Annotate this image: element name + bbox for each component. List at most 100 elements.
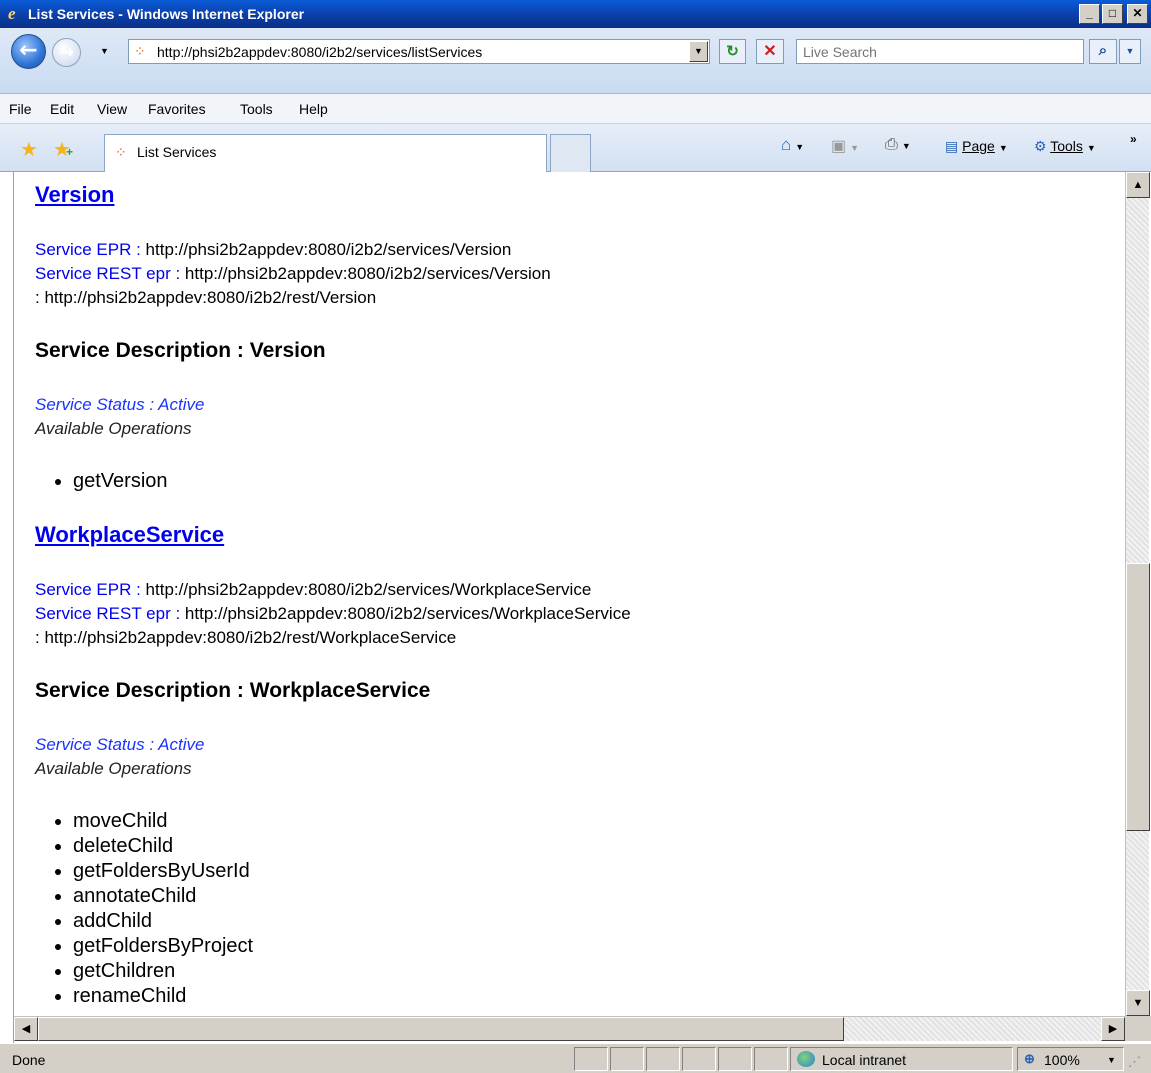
service-title-link[interactable]: Version: [35, 182, 114, 208]
tab-list-services[interactable]: ⁘ List Services: [104, 134, 547, 172]
home-icon[interactable]: ⌂ ▼: [781, 135, 804, 155]
operation-item: getFoldersByUserId: [73, 859, 253, 884]
scrollbar-corner: [1125, 1016, 1151, 1041]
vertical-scroll-thumb[interactable]: [1126, 563, 1150, 831]
horizontal-scroll-thumb[interactable]: [38, 1017, 844, 1041]
stop-icon: ✕: [763, 43, 777, 60]
available-operations-label: Available Operations: [35, 419, 192, 438]
status-pane: [610, 1047, 644, 1071]
stop-button[interactable]: ✕: [756, 39, 784, 64]
service-status: Service Status : Active: [35, 395, 205, 414]
page-icon: ▤: [945, 138, 959, 154]
url-text[interactable]: http://phsi2b2appdev:8080/i2b2/services/…: [157, 44, 482, 60]
operation-item: getFoldersByProject: [73, 934, 253, 959]
service-epr-line: Service EPR : http://phsi2b2appdev:8080/…: [35, 580, 591, 600]
search-input[interactable]: [796, 39, 1084, 64]
status-pane: [646, 1047, 680, 1071]
maximize-button[interactable]: □: [1102, 4, 1123, 24]
page-favicon-icon: ⁘: [134, 43, 146, 59]
service-rest-epr-continuation: : http://phsi2b2appdev:8080/i2b2/rest/Wo…: [35, 628, 457, 647]
address-field[interactable]: ⁘ http://phsi2b2appdev:8080/i2b2/service…: [128, 39, 710, 64]
service-rest-epr-value: http://phsi2b2appdev:8080/i2b2/services/…: [184, 264, 551, 283]
security-zone-label: Local intranet: [822, 1052, 907, 1068]
page-menu-button[interactable]: ▤ Page ▼: [945, 138, 1008, 155]
service-rest-epr-label: Service REST epr :: [35, 264, 181, 283]
feeds-icon[interactable]: ▣ ▼: [831, 136, 859, 156]
resize-grip-icon[interactable]: ⋰: [1128, 1054, 1141, 1070]
operation-item: getVersion: [73, 469, 168, 494]
service-rest-epr-value: http://phsi2b2appdev:8080/i2b2/services/…: [184, 604, 631, 623]
title-bar: e List Services - Windows Internet Explo…: [0, 0, 1151, 28]
operation-item: getChildren: [73, 959, 253, 984]
service-epr-label: Service EPR :: [35, 580, 141, 599]
service-rest-epr-label: Service REST epr :: [35, 604, 181, 623]
operation-item: moveChild: [73, 809, 253, 834]
service-epr-label: Service EPR :: [35, 240, 141, 259]
operation-item: renameChild: [73, 984, 253, 1009]
scroll-down-arrow-icon[interactable]: ▼: [1126, 990, 1150, 1016]
new-tab-button[interactable]: [550, 134, 591, 172]
back-button[interactable]: ←: [11, 34, 46, 69]
address-toolbar: ← → ▼ ⁘ http://phsi2b2appdev:8080/i2b2/s…: [0, 28, 1151, 94]
service-epr-line: Service EPR : http://phsi2b2appdev:8080/…: [35, 240, 511, 260]
service-description-heading: Service Description : WorkplaceService: [35, 679, 431, 702]
scroll-up-arrow-icon[interactable]: ▲: [1126, 172, 1150, 198]
status-bar: Done Local intranet ⊕ 100% ▼ ⋰: [0, 1043, 1151, 1073]
close-button[interactable]: ✕: [1127, 4, 1148, 24]
tools-menu-button[interactable]: ⚙ Tools ▼: [1034, 138, 1096, 155]
service-description-heading: Service Description : Version: [35, 339, 326, 362]
search-icon: ⌕: [1098, 42, 1108, 59]
service-epr-value: http://phsi2b2appdev:8080/i2b2/services/…: [145, 240, 512, 259]
horizontal-scrollbar[interactable]: ◀ ▶: [14, 1016, 1125, 1041]
zoom-dropdown-icon[interactable]: ▼: [1107, 1055, 1116, 1065]
favorites-center-icon[interactable]: ★: [20, 137, 38, 162]
more-commands-icon[interactable]: »: [1130, 132, 1137, 146]
menu-help[interactable]: Help: [299, 101, 328, 117]
minimize-button[interactable]: _: [1079, 4, 1100, 24]
menu-favorites[interactable]: Favorites: [148, 101, 206, 117]
back-arrow-icon: ←: [19, 38, 38, 63]
service-rest-epr-line: Service REST epr : http://phsi2b2appdev:…: [35, 604, 631, 624]
menu-tools[interactable]: Tools: [240, 101, 273, 117]
forward-arrow-icon: →: [58, 42, 75, 63]
page-menu-label: Page: [962, 138, 995, 154]
gear-icon: ⚙: [1034, 138, 1047, 154]
operation-item: annotateChild: [73, 884, 253, 909]
status-pane: [718, 1047, 752, 1071]
vertical-scrollbar[interactable]: ▲ ▼: [1125, 172, 1150, 1016]
menu-edit[interactable]: Edit: [50, 101, 74, 117]
service-title-link[interactable]: WorkplaceService: [35, 522, 224, 548]
status-pane: [682, 1047, 716, 1071]
search-button[interactable]: ⌕: [1089, 39, 1117, 64]
history-dropdown-icon[interactable]: ▼: [100, 46, 109, 56]
refresh-button[interactable]: ↻: [719, 39, 746, 64]
available-operations-label: Available Operations: [35, 759, 192, 778]
tab-bar: ★ ★ + ⁘ List Services ⌂ ▼ ▣ ▼ ⎙ ▼ ▤ Page ▼ ⚙…: [0, 124, 1151, 172]
service-rest-epr-continuation: : http://phsi2b2appdev:8080/i2b2/rest/Ve…: [35, 288, 377, 307]
zoom-level[interactable]: 100%: [1044, 1052, 1080, 1068]
status-pane: [574, 1047, 608, 1071]
status-text: Done: [12, 1052, 46, 1068]
add-plus-icon: +: [66, 145, 74, 159]
status-pane: [754, 1047, 788, 1071]
page-content: Version Service EPR : http://phsi2b2appd…: [14, 172, 1125, 1015]
window-left-border: [0, 172, 14, 1045]
refresh-icon: ↻: [726, 43, 739, 60]
print-icon[interactable]: ⎙ ▼: [885, 136, 911, 154]
scroll-right-arrow-icon[interactable]: ▶: [1101, 1017, 1125, 1041]
tools-menu-label: Tools: [1050, 138, 1083, 154]
menu-bar: File Edit View Favorites Tools Help: [0, 94, 1151, 124]
forward-button[interactable]: →: [52, 38, 81, 67]
service-rest-epr-line: Service REST epr : http://phsi2b2appdev:…: [35, 264, 551, 284]
service-status: Service Status : Active: [35, 735, 205, 754]
menu-file[interactable]: File: [9, 101, 32, 117]
tab-favicon-icon: ⁘: [115, 144, 127, 160]
menu-view[interactable]: View: [97, 101, 127, 117]
ie-logo-icon: e: [8, 4, 16, 23]
scroll-left-arrow-icon[interactable]: ◀: [14, 1017, 38, 1041]
search-options-dropdown-icon[interactable]: ▼: [1119, 39, 1141, 64]
operation-item: addChild: [73, 909, 253, 934]
operations-list: getVersion: [73, 469, 168, 494]
tab-label: List Services: [137, 144, 217, 160]
address-dropdown-icon[interactable]: ▼: [689, 41, 708, 62]
